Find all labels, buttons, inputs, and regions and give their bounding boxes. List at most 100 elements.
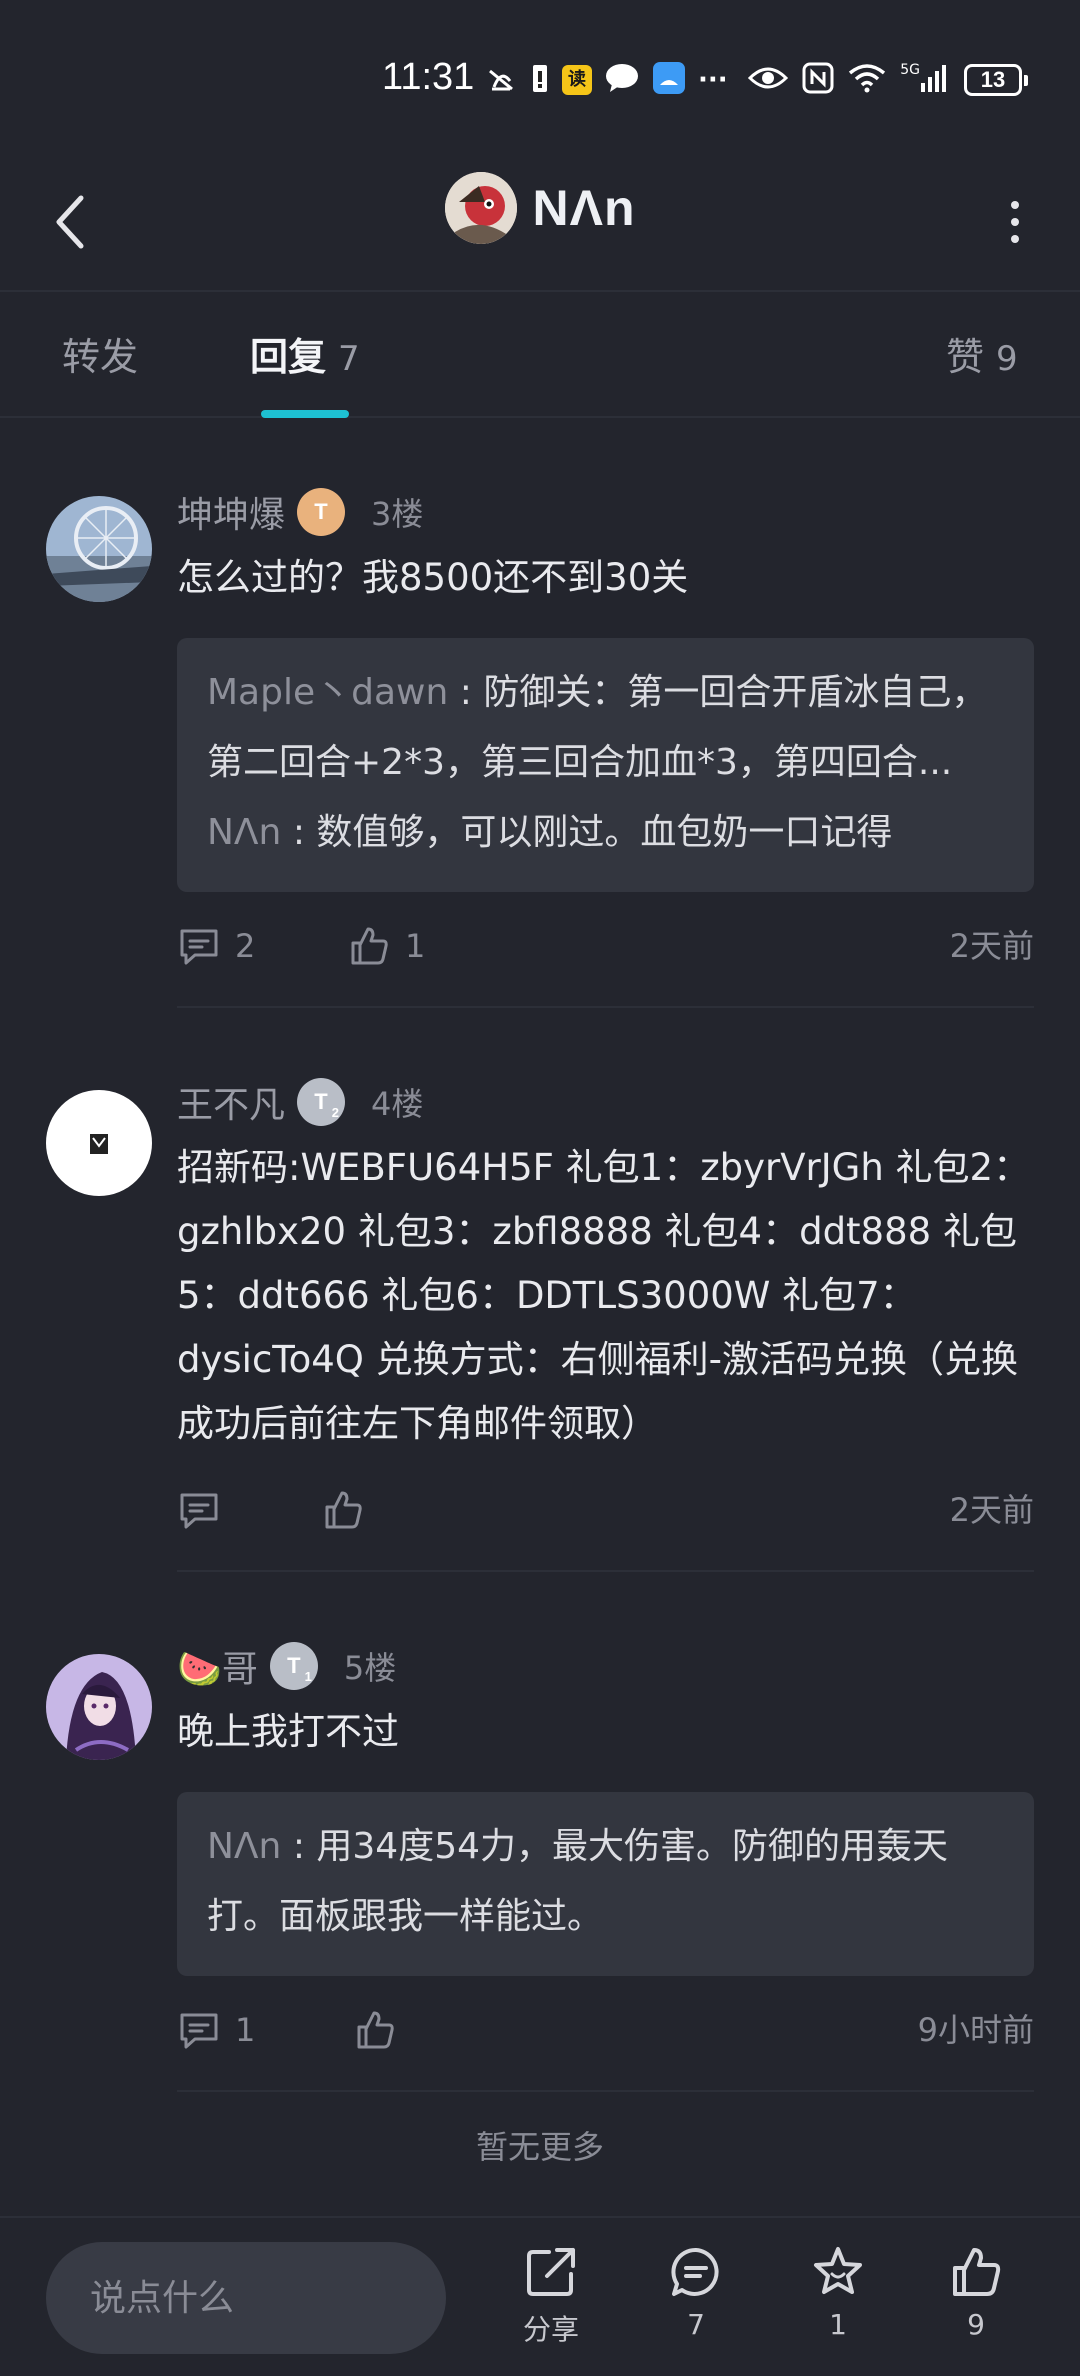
comment-item[interactable]: 坤坤爆 T 3楼 怎么过的？我8500还不到30关 Maple丶dawn : 防…: [0, 420, 1080, 1008]
comment-icon: [180, 2013, 218, 2049]
more-options-button[interactable]: [990, 186, 1040, 258]
level-letter: T: [314, 1089, 328, 1114]
comment-text: 晚上我打不过: [177, 1710, 399, 1753]
app-notification-icon: [652, 61, 686, 99]
nfc-icon: [802, 62, 834, 98]
status-right-icons: 5G 13: [748, 58, 1028, 102]
like-button[interactable]: [321, 1478, 379, 1542]
comment-icon: [180, 929, 218, 965]
avatar[interactable]: [46, 1654, 152, 1760]
sub-reply-user[interactable]: Maple丶dawn: [207, 672, 448, 713]
dot-icon: [1011, 235, 1019, 243]
like-button[interactable]: 1: [347, 914, 425, 978]
favorite-button[interactable]: 1: [788, 2244, 888, 2341]
level-number: 1: [304, 1669, 312, 1684]
wifi-icon: [848, 63, 886, 97]
floor-number: 4楼: [371, 1085, 424, 1123]
header-avatar[interactable]: [444, 172, 517, 244]
comment-username[interactable]: 🍉哥: [177, 1640, 258, 1692]
sub-replies[interactable]: Maple丶dawn : 防御关：第一回合开盾冰自己，第二回合+2*3，第三回合…: [177, 638, 1034, 892]
sub-reply-text: 数值够，可以刚过。血包奶一口记得: [316, 812, 893, 853]
level-badge: T1: [269, 1642, 318, 1690]
header-user[interactable]: NΛn: [0, 172, 1080, 244]
tab-replies[interactable]: 回复 7: [250, 326, 360, 381]
comment-button[interactable]: 7: [646, 2244, 746, 2341]
star-icon: [814, 2247, 862, 2294]
thumbs-up-icon: [325, 1491, 362, 1529]
battery-alert-icon: [530, 61, 550, 99]
tab-replies-label: 回复: [250, 335, 327, 379]
signal-icon: [920, 63, 950, 97]
active-tab-indicator: [261, 410, 349, 418]
reply-button[interactable]: 1: [177, 1998, 255, 2062]
bottom-action-bar: 分享 7 1 9: [0, 2216, 1080, 2376]
battery-indicator: 13: [964, 64, 1028, 96]
tab-likes[interactable]: 赞9: [946, 326, 1018, 381]
like-button[interactable]: [353, 1998, 411, 2062]
sub-replies[interactable]: NΛn : 用34度54力，最大伤害。防御的用轰天打。面板跟我一样能过。: [177, 1792, 1034, 1976]
alarm-off-icon: [484, 61, 518, 99]
dot-icon: [1011, 218, 1019, 226]
top-header: NΛn: [0, 150, 1080, 292]
comment-actions: 2 1 2天前: [177, 914, 1034, 978]
like-count: 1: [405, 927, 426, 965]
comment-username[interactable]: 王不凡: [177, 1076, 285, 1128]
reply-button[interactable]: 2: [177, 914, 255, 978]
comment-time: 9小时前: [917, 2011, 1034, 2049]
avatar[interactable]: [46, 496, 152, 602]
status-left-icons: 读 ···: [484, 58, 728, 102]
tab-replies-count: 7: [338, 339, 360, 379]
thumbs-up-icon: [351, 927, 388, 965]
comment-actions: 1 9小时前: [177, 1998, 1034, 2062]
comment-item[interactable]: 🍉哥 T1 5楼 晚上我打不过 NΛn : 用34度54力，最大伤害。防御的用轰…: [0, 1572, 1080, 2092]
sub-reply[interactable]: Maple丶dawn : 防御关：第一回合开盾冰自己，第二回合+2*3，第三回合…: [207, 658, 1004, 798]
header-username[interactable]: NΛn: [533, 179, 636, 237]
comment-bubble-icon: [671, 2247, 719, 2296]
comment-username[interactable]: 坤坤爆: [177, 486, 285, 538]
thumbs-up-icon: [357, 2011, 394, 2049]
read-app-icon: 读: [562, 65, 592, 95]
like-post-count: 9: [967, 2308, 985, 2341]
reply-count: 1: [235, 2011, 256, 2049]
no-more-text: 暂无更多: [475, 2128, 604, 2166]
comment-list: 坤坤爆 T 3楼 怎么过的？我8500还不到30关 Maple丶dawn : 防…: [0, 420, 1080, 2092]
comment-input[interactable]: [46, 2242, 446, 2354]
status-bar: 11:31 读 ··· 5G 13: [0, 0, 1080, 150]
comment-text: 招新码:WEBFU64H5F 礼包1：zbyrVrJGh 礼包2：gzhlbx2…: [177, 1146, 1031, 1445]
favorite-count: 1: [829, 2308, 847, 2341]
sub-reply[interactable]: NΛn : 用34度54力，最大伤害。防御的用轰天打。面板跟我一样能过。: [207, 1812, 1004, 1952]
comment-input-wrapper[interactable]: [46, 2242, 446, 2354]
sub-reply-user[interactable]: NΛn: [207, 812, 281, 853]
like-post-button[interactable]: 9: [926, 2244, 1026, 2341]
status-time: 11:31: [382, 56, 475, 98]
comment-item[interactable]: 王不凡 T2 4楼 招新码:WEBFU64H5F 礼包1：zbyrVrJGh 礼…: [0, 1008, 1080, 1572]
tab-likes-label: 赞: [946, 335, 985, 379]
tab-forward-label: 转发: [62, 335, 139, 379]
comment-time: 2天前: [949, 927, 1034, 965]
floor-number: 5楼: [343, 1649, 397, 1687]
comment-count: 7: [687, 2308, 705, 2341]
comment-time: 2天前: [949, 1491, 1034, 1529]
comment-meta: 坤坤爆 T 3楼: [177, 482, 1034, 542]
level-badge: T: [297, 488, 346, 536]
comment-text: 怎么过的？我8500还不到30关: [177, 556, 689, 599]
level-number: 2: [331, 1105, 340, 1120]
share-icon: [527, 2248, 575, 2296]
more-notifications-icon: ···: [698, 65, 728, 95]
share-button[interactable]: 分享: [501, 2244, 601, 2348]
network-type: 5G: [900, 62, 920, 78]
dot-icon: [1011, 201, 1019, 209]
comment-actions: 2天前: [177, 1478, 1034, 1542]
reply-button[interactable]: [177, 1478, 235, 1542]
comment-meta: 王不凡 T2 4楼: [177, 1072, 1034, 1132]
level-letter: T: [287, 1653, 301, 1678]
sub-reply-text: 用34度54力，最大伤害。防御的用轰天打。面板跟我一样能过。: [207, 1826, 949, 1937]
comment-meta: 🍉哥 T1 5楼: [177, 1636, 1034, 1696]
tab-forward[interactable]: 转发: [62, 326, 138, 381]
eye-icon: [748, 64, 789, 96]
sub-reply[interactable]: NΛn : 数值够，可以刚过。血包奶一口记得: [207, 798, 1004, 868]
message-icon: [604, 62, 640, 98]
tab-likes-count: 9: [996, 339, 1018, 379]
sub-reply-user[interactable]: NΛn: [207, 1826, 281, 1867]
avatar[interactable]: [46, 1090, 152, 1196]
